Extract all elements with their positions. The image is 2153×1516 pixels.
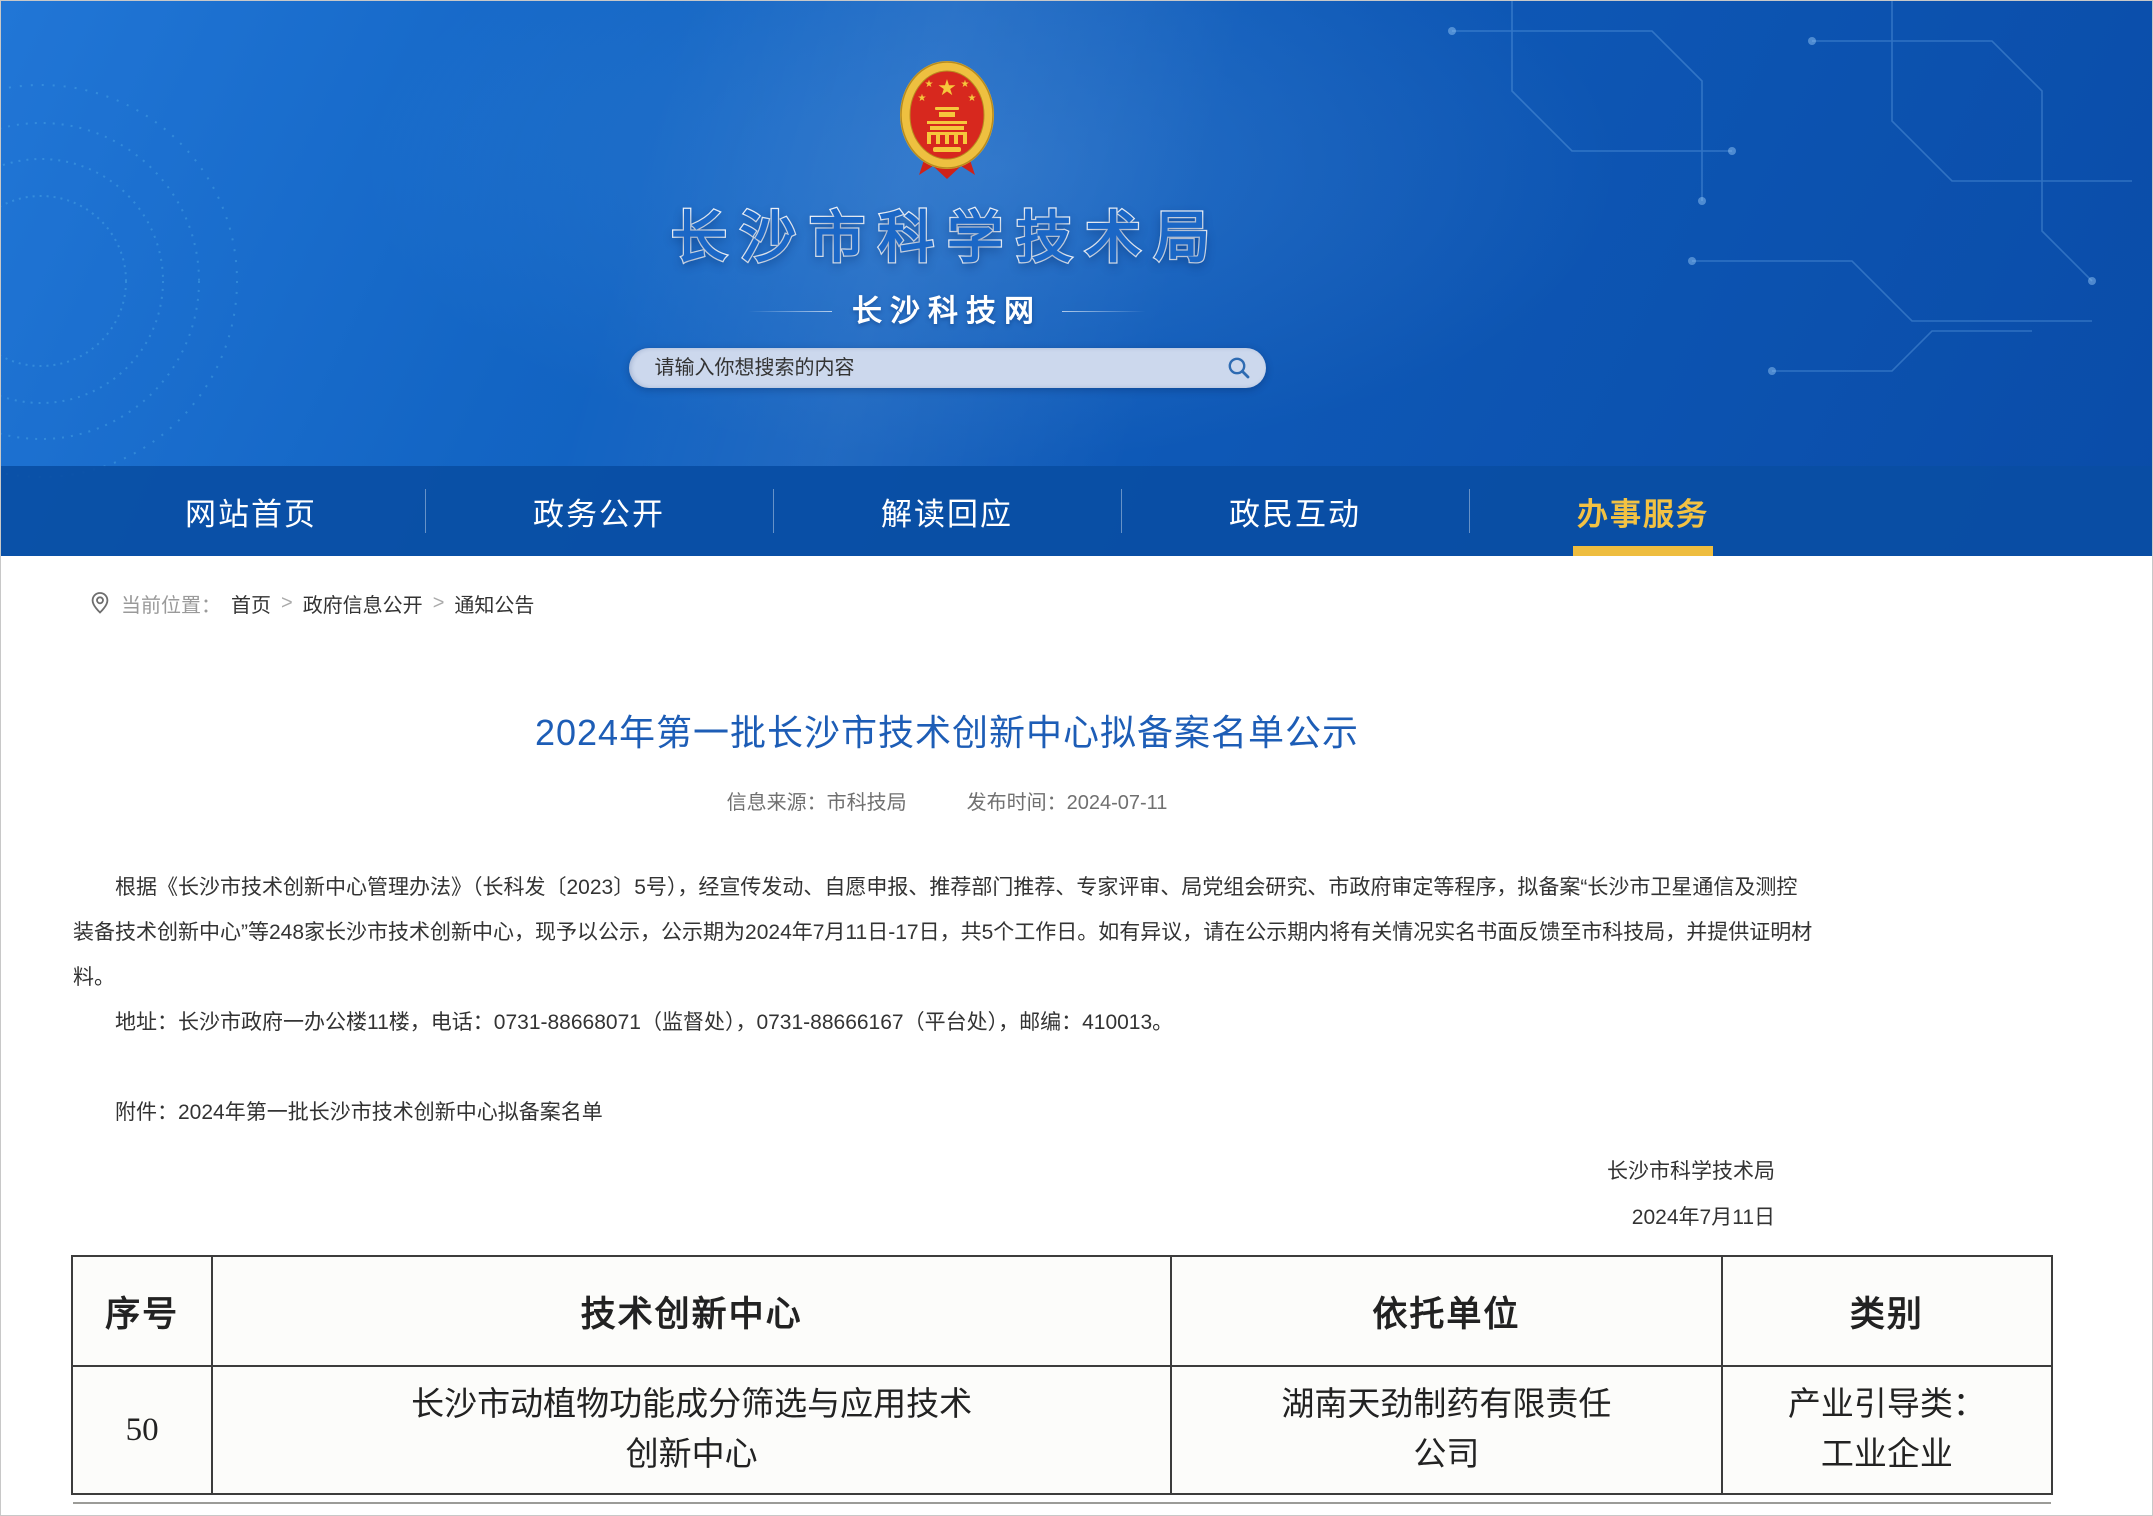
site-subtitle: 长沙科技网: [1, 286, 1893, 330]
search-button[interactable]: [1220, 348, 1266, 388]
header-cell-category: 类别: [1722, 1256, 2052, 1366]
search-icon: [1226, 355, 1252, 381]
article-title: 2024年第一批长沙市技术创新中心拟备案名单公示: [1, 704, 1893, 756]
svg-text:★: ★: [918, 93, 927, 104]
signature-date: 2024年7月11日: [1, 1195, 1775, 1241]
header-cell-center: 技术创新中心: [212, 1256, 1171, 1366]
cell-org: 湖南天劲制药有限责任 公司: [1171, 1366, 1722, 1494]
svg-text:★: ★: [961, 79, 970, 90]
nav-item-interaction[interactable]: 政民互动: [1121, 466, 1469, 556]
article-signature: 长沙市科学技术局 2024年7月11日: [1, 1149, 1775, 1241]
svg-text:★: ★: [937, 76, 957, 101]
article-paragraph-contact: 地址：长沙市政府一办公楼11楼，电话：0731-88668071（监督处），07…: [73, 1000, 1815, 1045]
site-title: 长沙市科学技术局: [1, 193, 1893, 274]
nav-item-interpretation[interactable]: 解读回应: [773, 466, 1121, 556]
source-label: 信息来源：: [727, 792, 827, 814]
national-emblem-icon: ★ ★ ★ ★ ★: [897, 59, 997, 187]
nav-item-home[interactable]: 网站首页: [77, 466, 425, 556]
attachment-link[interactable]: 附件：2024年第一批长沙市技术创新中心拟备案名单: [73, 1090, 1815, 1135]
scan-artifact-line: [73, 1502, 2051, 1504]
publish-date-value: 2024-07-11: [1067, 792, 1168, 814]
breadcrumb-notices[interactable]: 通知公告: [454, 589, 534, 618]
breadcrumb-label: 当前位置：: [121, 589, 221, 618]
svg-text:★: ★: [968, 93, 977, 104]
table-row: 50 长沙市动植物功能成分筛选与应用技术 创新中心 湖南天劲制药有限责任 公司 …: [72, 1366, 2052, 1494]
breadcrumb-home[interactable]: 首页: [231, 589, 271, 618]
site-subtitle-text: 长沙科技网: [852, 295, 1042, 328]
subtitle-right-line: [1062, 311, 1146, 312]
article: 2024年第一批长沙市技术创新中心拟备案名单公示 信息来源：市科技局发布时间：2…: [1, 704, 1893, 1504]
browser-page: ★ ★ ★ ★ ★: [0, 0, 2153, 1516]
main-nav: 网站首页 政务公开 解读回应 政民互动 办事服务: [1, 466, 2152, 556]
article-meta: 信息来源：市科技局 发布时间：2024-07-11: [1, 786, 1893, 815]
breadcrumb-separator: >: [281, 592, 293, 615]
search-input[interactable]: [629, 357, 1220, 380]
svg-text:★: ★: [925, 79, 934, 90]
subtitle-left-line: [748, 311, 832, 312]
article-paragraph: 根据《长沙市技术创新中心管理办法》（长科发〔2023〕5号），经宣传发动、自愿申…: [73, 865, 1815, 1000]
cell-no: 50: [72, 1366, 212, 1494]
table-header-row: 序号 技术创新中心 依托单位 类别: [72, 1256, 2052, 1366]
emblem-wrap: ★ ★ ★ ★ ★: [1, 1, 1893, 189]
search-bar: [629, 348, 1266, 388]
breadcrumb: 当前位置： 首页 > 政府信息公开 > 通知公告: [1, 556, 2152, 618]
innovation-center-table: 序号 技术创新中心 依托单位 类别 50 长沙市动植物功能成分筛选与应用技术 创…: [71, 1255, 2053, 1495]
banner-content: ★ ★ ★ ★ ★: [1, 1, 1893, 466]
location-pin-icon: [89, 591, 111, 615]
signature-org: 长沙市科学技术局: [1, 1149, 1775, 1195]
breadcrumb-separator: >: [433, 592, 445, 615]
nav-list: 网站首页 政务公开 解读回应 政民互动 办事服务: [77, 466, 1817, 556]
publish-date-label: 发布时间：: [967, 792, 1067, 814]
article-body: 根据《长沙市技术创新中心管理办法》（长科发〔2023〕5号），经宣传发动、自愿申…: [73, 865, 1815, 1135]
attachment-scan: 序号 技术创新中心 依托单位 类别 50 长沙市动植物功能成分筛选与应用技术 创…: [71, 1255, 2053, 1504]
nav-item-gov-info[interactable]: 政务公开: [425, 466, 773, 556]
header-cell-no: 序号: [72, 1256, 212, 1366]
site-banner: ★ ★ ★ ★ ★: [1, 1, 2152, 556]
breadcrumb-gov-info[interactable]: 政府信息公开: [303, 589, 423, 618]
nav-item-services[interactable]: 办事服务: [1469, 466, 1817, 556]
header-cell-org: 依托单位: [1171, 1256, 1722, 1366]
source-value: 市科技局: [827, 792, 907, 814]
cell-category: 产业引导类： 工业企业: [1722, 1366, 2052, 1494]
cell-center: 长沙市动植物功能成分筛选与应用技术 创新中心: [212, 1366, 1171, 1494]
